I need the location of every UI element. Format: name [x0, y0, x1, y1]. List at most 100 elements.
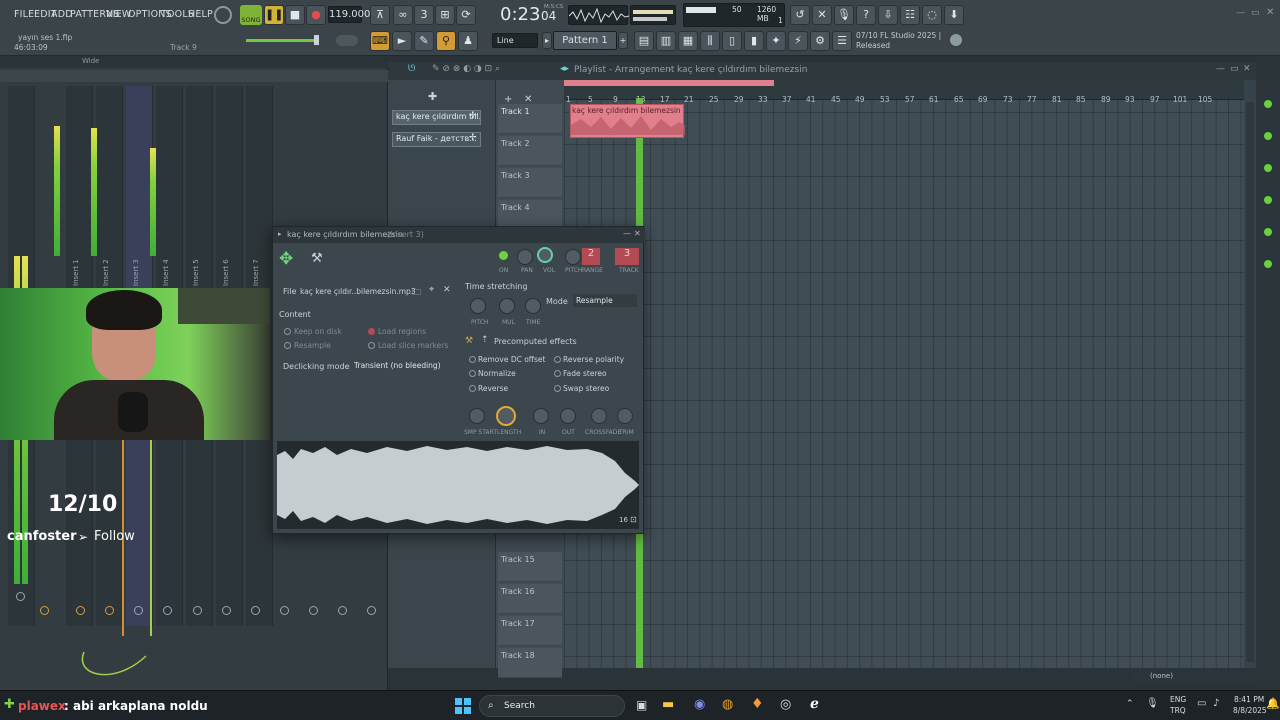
- mixer-track-value[interactable]: 3: [615, 248, 639, 265]
- loop-record-button[interactable]: ⟳: [456, 5, 476, 25]
- normalize-radio[interactable]: [469, 370, 476, 377]
- strip-knob-icon[interactable]: [76, 606, 85, 615]
- tray-chevron-icon[interactable]: ⌃: [1126, 699, 1134, 709]
- master-volume-handle[interactable]: [314, 35, 319, 45]
- stop-button[interactable]: ■: [285, 5, 305, 25]
- pattern-selector[interactable]: Pattern 1: [553, 31, 617, 50]
- clear-file-icon[interactable]: ✕: [443, 285, 451, 295]
- pitch-range-value[interactable]: 2: [582, 248, 600, 265]
- ts-mul-knob[interactable]: [499, 298, 515, 314]
- keep-on-disk-radio[interactable]: [284, 328, 291, 335]
- volume-knob[interactable]: [537, 247, 553, 263]
- playlist-play-icon[interactable]: ►: [392, 31, 412, 51]
- news-line-1[interactable]: 07/10 FL Studio 2025 |: [856, 31, 941, 40]
- chrome-icon[interactable]: ◍: [722, 697, 733, 712]
- trim-knob[interactable]: [617, 408, 633, 424]
- track-led[interactable]: [1264, 228, 1272, 236]
- help-icon[interactable]: ?: [856, 5, 876, 25]
- locate-icon[interactable]: ⌖: [429, 285, 434, 295]
- picker-item-rauf[interactable]: Rauf Faik - детств...: [392, 132, 481, 147]
- pitch-knob[interactable]: [565, 249, 581, 265]
- clock-date[interactable]: 8/8/2025: [1233, 706, 1267, 715]
- undo-history-icon[interactable]: ↺: [790, 5, 810, 25]
- menu-help[interactable]: HELP: [188, 9, 213, 20]
- news-list-icon[interactable]: ☰: [832, 31, 852, 51]
- loop-region[interactable]: [564, 80, 774, 86]
- track-led[interactable]: [1264, 132, 1272, 140]
- ts-time-knob[interactable]: [525, 298, 541, 314]
- pan-knob[interactable]: [517, 249, 533, 265]
- precomputed-wrench-icon[interactable]: ⚒: [465, 336, 473, 346]
- wait-input-button[interactable]: ∞: [393, 5, 413, 25]
- timeline-ruler[interactable]: 1 5 9 13 17 21 25 29 33 37 41 45 49 53 5…: [564, 80, 1244, 104]
- wave-save-icon[interactable]: ⊡: [630, 515, 637, 524]
- cut-tool-icon[interactable]: ✕: [812, 5, 832, 25]
- typing-keyboard-icon[interactable]: ⌨: [370, 31, 390, 51]
- file-name[interactable]: kaç kere çıldır..bilemezsin.mp3: [300, 287, 416, 296]
- playlist-vscroll[interactable]: [1246, 102, 1254, 662]
- ts-pitch-knob[interactable]: [470, 298, 486, 314]
- track-header-17[interactable]: Track 17: [498, 616, 562, 646]
- maximize-icon[interactable]: ▭: [1251, 8, 1260, 18]
- reverse-radio[interactable]: [469, 385, 476, 392]
- search-box[interactable]: ⌕ Search: [479, 695, 625, 717]
- reverse-polarity-radio[interactable]: [554, 356, 561, 363]
- strip-knob-icon[interactable]: [280, 606, 289, 615]
- sampler-icon[interactable]: ✥: [279, 249, 293, 269]
- strip-knob-icon[interactable]: [338, 606, 347, 615]
- strip-knob-icon[interactable]: [16, 592, 25, 601]
- render-icon[interactable]: ⇩: [878, 5, 898, 25]
- track-header-15[interactable]: Track 15: [498, 552, 562, 582]
- track-header-1[interactable]: Track 1: [498, 104, 562, 134]
- playlist-minimize-icon[interactable]: —: [1216, 64, 1225, 74]
- network-icon[interactable]: ▭: [1197, 698, 1206, 709]
- obs-icon[interactable]: ◎: [780, 697, 791, 712]
- smp-start-knob[interactable]: [469, 408, 485, 424]
- strip-knob-icon[interactable]: [105, 606, 114, 615]
- channel-titlebar[interactable]: ▸ kaç kere çıldırdım bilemezsin (Insert …: [273, 227, 645, 243]
- time-display[interactable]: 0:23: [500, 4, 540, 25]
- task-view-icon[interactable]: ▣: [636, 698, 647, 712]
- precomputed-arrow-icon[interactable]: ⇡: [481, 335, 489, 345]
- out-knob[interactable]: [560, 408, 576, 424]
- mic-icon[interactable]: 🎙: [834, 5, 854, 25]
- notification-bell-icon[interactable]: 🔔: [1266, 697, 1280, 710]
- track-header-16[interactable]: Track 16: [498, 584, 562, 614]
- discord-icon[interactable]: ◉: [694, 697, 705, 712]
- track-header-2[interactable]: Track 2: [498, 136, 562, 166]
- master-pitch-slider[interactable]: [336, 35, 358, 46]
- fade-stereo-radio[interactable]: [554, 370, 561, 377]
- edge-icon[interactable]: ℯ: [810, 696, 819, 712]
- countdown-button[interactable]: 3: [414, 5, 434, 25]
- tools-icon[interactable]: ⚙: [810, 31, 830, 51]
- pattern-add-icon[interactable]: +: [618, 32, 628, 49]
- strip-knob-icon[interactable]: [367, 606, 376, 615]
- track-header-18[interactable]: Track 18: [498, 648, 562, 678]
- close-app-icon[interactable]: ✕: [1266, 7, 1274, 18]
- picker-add-icon[interactable]: ✚: [428, 90, 437, 103]
- track-led[interactable]: [1264, 100, 1272, 108]
- wrench-icon[interactable]: ⚒: [311, 251, 323, 266]
- mode-select[interactable]: Resample: [573, 294, 637, 307]
- link-icon[interactable]: ⚲: [436, 31, 456, 51]
- strip-knob-icon[interactable]: [40, 606, 49, 615]
- channel-minimize-icon[interactable]: —: [623, 229, 631, 238]
- strip-knob-icon[interactable]: [134, 606, 143, 615]
- playlist-breadcrumb[interactable]: kaç kere çıldırdım bilemezsin: [677, 65, 807, 75]
- draw-mode-icon[interactable]: ✎ ⊘ ⊗ ◐ ◑ ⊡ ⌕: [432, 64, 500, 74]
- start-menu-icon[interactable]: [455, 698, 471, 714]
- plugin-db-icon[interactable]: ▮: [744, 31, 764, 51]
- remove-dc-radio[interactable]: [469, 356, 476, 363]
- playlist-icon[interactable]: ▤: [634, 31, 654, 51]
- track-led[interactable]: [1264, 196, 1272, 204]
- channel-rack-icon[interactable]: ▦: [678, 31, 698, 51]
- strip-knob-icon[interactable]: [222, 606, 231, 615]
- track-led[interactable]: [1264, 164, 1272, 172]
- pattern-prev-icon[interactable]: ▸: [542, 32, 552, 49]
- strip-knob-icon[interactable]: [309, 606, 318, 615]
- magnet-icon[interactable]: ᘎ: [408, 64, 415, 74]
- load-regions-radio[interactable]: [368, 328, 375, 335]
- pause-button[interactable]: ❚❚: [264, 5, 284, 25]
- track-led[interactable]: [1264, 260, 1272, 268]
- channel-close-icon[interactable]: ✕: [634, 229, 641, 238]
